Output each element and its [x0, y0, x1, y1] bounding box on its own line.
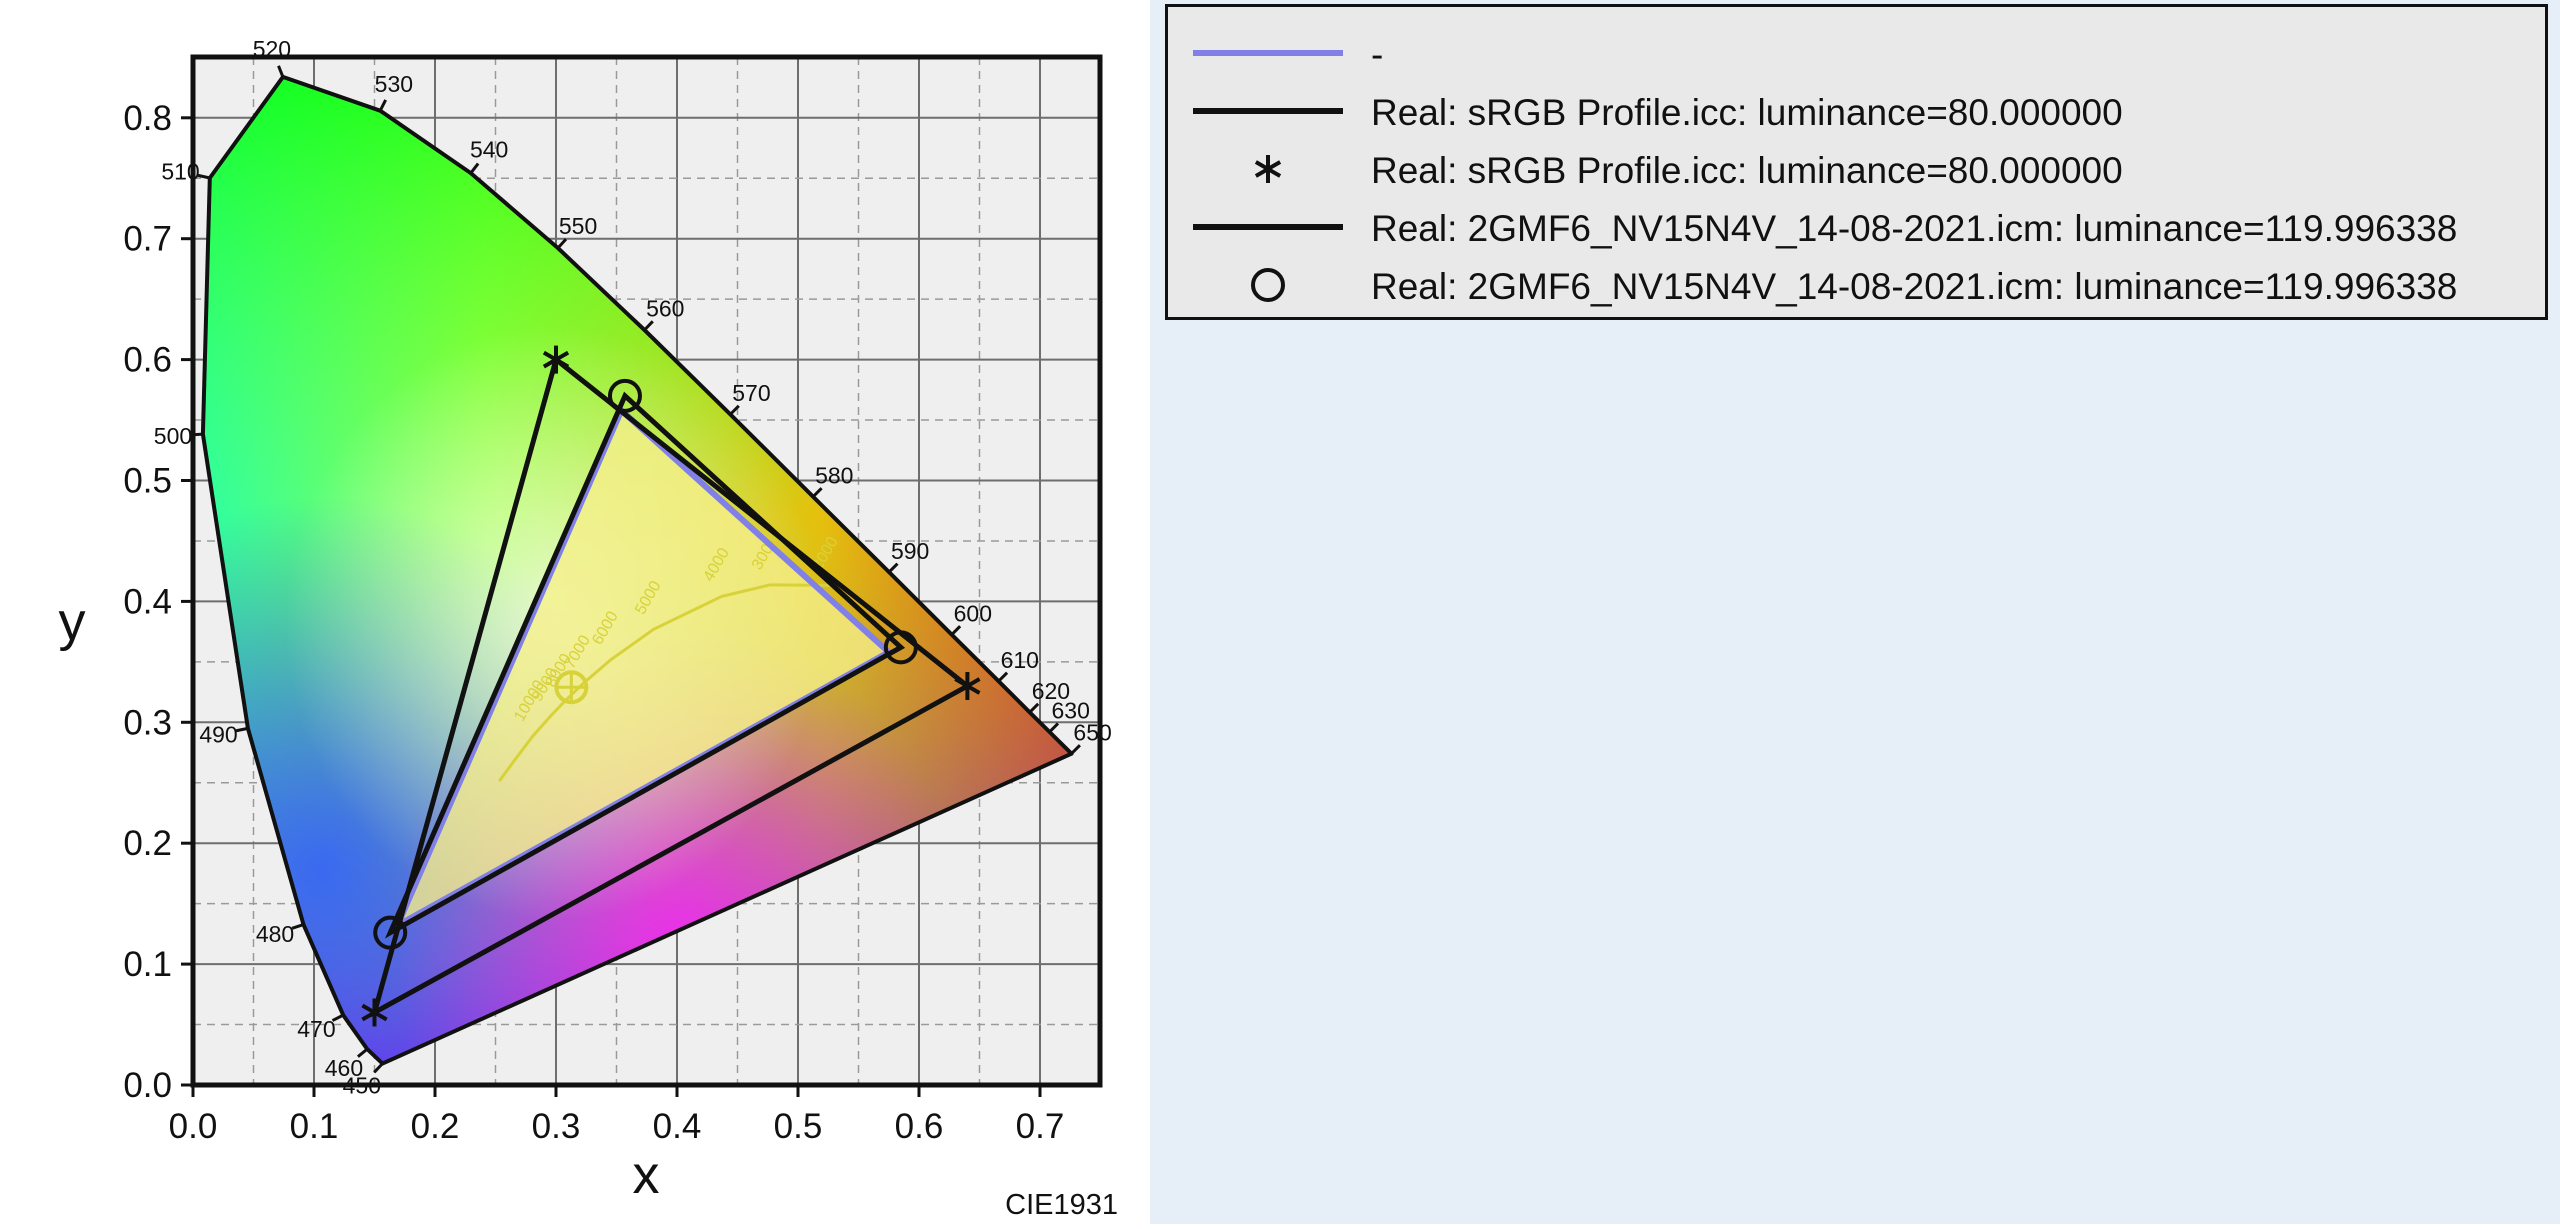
y-tick-label: 0.2 — [123, 824, 172, 863]
legend-label: - — [1371, 34, 1384, 75]
wavelength-label: 500 — [154, 423, 192, 449]
x-tick-label: 0.5 — [774, 1107, 823, 1146]
x-tick-label: 0.0 — [169, 1107, 218, 1146]
wavelength-label: 490 — [199, 721, 237, 747]
wavelength-label: 610 — [1001, 647, 1039, 673]
x-tick-label: 0.7 — [1016, 1107, 1065, 1146]
wavelength-label: 570 — [732, 380, 770, 406]
y-axis-label: y — [59, 592, 86, 652]
legend-swatch — [1193, 50, 1343, 56]
legend-entry: Real: sRGB Profile.icc: luminance=80.000… — [1168, 140, 2545, 198]
y-tick-label: 0.5 — [123, 462, 172, 501]
legend-swatch — [1193, 224, 1343, 230]
y-tick-label: 0.0 — [123, 1066, 172, 1105]
x-tick-label: 0.1 — [290, 1107, 339, 1146]
legend-label: Real: 2GMF6_NV15N4V_14-08-2021.icm: lumi… — [1371, 266, 2458, 307]
y-tick-label: 0.1 — [123, 945, 172, 984]
legend-circle — [1251, 268, 1285, 302]
x-tick-label: 0.3 — [532, 1107, 581, 1146]
y-tick-label: 0.4 — [123, 582, 172, 621]
x-tick-label: 0.2 — [411, 1107, 460, 1146]
diagram-caption: CIE1931 — [1005, 1189, 1118, 1221]
wavelength-label: 460 — [325, 1055, 363, 1081]
wavelength-label: 560 — [646, 295, 684, 321]
wavelength-label: 530 — [375, 71, 413, 97]
wavelength-label: 480 — [256, 921, 294, 947]
y-tick-label: 0.7 — [123, 220, 172, 259]
legend-label: Real: 2GMF6_NV15N4V_14-08-2021.icm: lumi… — [1371, 208, 2458, 249]
legend-label: Real: sRGB Profile.icc: luminance=80.000… — [1371, 150, 2123, 191]
wavelength-label: 600 — [954, 600, 992, 626]
wavelength-label: 590 — [891, 538, 929, 564]
legend-swatch — [1193, 108, 1343, 114]
legend-swatch — [1251, 268, 1285, 302]
wavelength-label: 540 — [470, 136, 508, 162]
wavelength-label: 650 — [1073, 719, 1111, 745]
legend-entry: Real: sRGB Profile.icc: luminance=80.000… — [1168, 82, 2545, 140]
x-axis-label: x — [633, 1145, 660, 1205]
legend-entry: Real: 2GMF6_NV15N4V_14-08-2021.icm: lumi… — [1168, 256, 2545, 314]
chart-area: 2000 3000 4000 5000 6000 7000 8000 9000 10000 45… — [0, 0, 1150, 1224]
wavelength-label: 470 — [297, 1016, 335, 1042]
wavelength-label: 580 — [815, 462, 853, 488]
legend-entry: Real: 2GMF6_NV15N4V_14-08-2021.icm: lumi… — [1168, 198, 2545, 256]
chromaticity-chart: 2000300040005000600070008000900010000 45… — [59, 36, 1119, 1221]
y-tick-label: 0.3 — [123, 703, 172, 742]
x-tick-label: 0.4 — [653, 1107, 702, 1146]
wavelength-label: 550 — [559, 213, 597, 239]
legend: - Real: sRGB Profile.icc: luminance=80.00… — [1165, 4, 2548, 320]
legend-swatch — [1254, 155, 1282, 183]
y-tick-label: 0.8 — [123, 99, 172, 138]
legend-entry: - — [1168, 24, 2545, 82]
y-tick-label: 0.6 — [123, 341, 172, 380]
x-tick-label: 0.6 — [895, 1107, 944, 1146]
legend-label: Real: sRGB Profile.icc: luminance=80.000… — [1371, 92, 2123, 133]
